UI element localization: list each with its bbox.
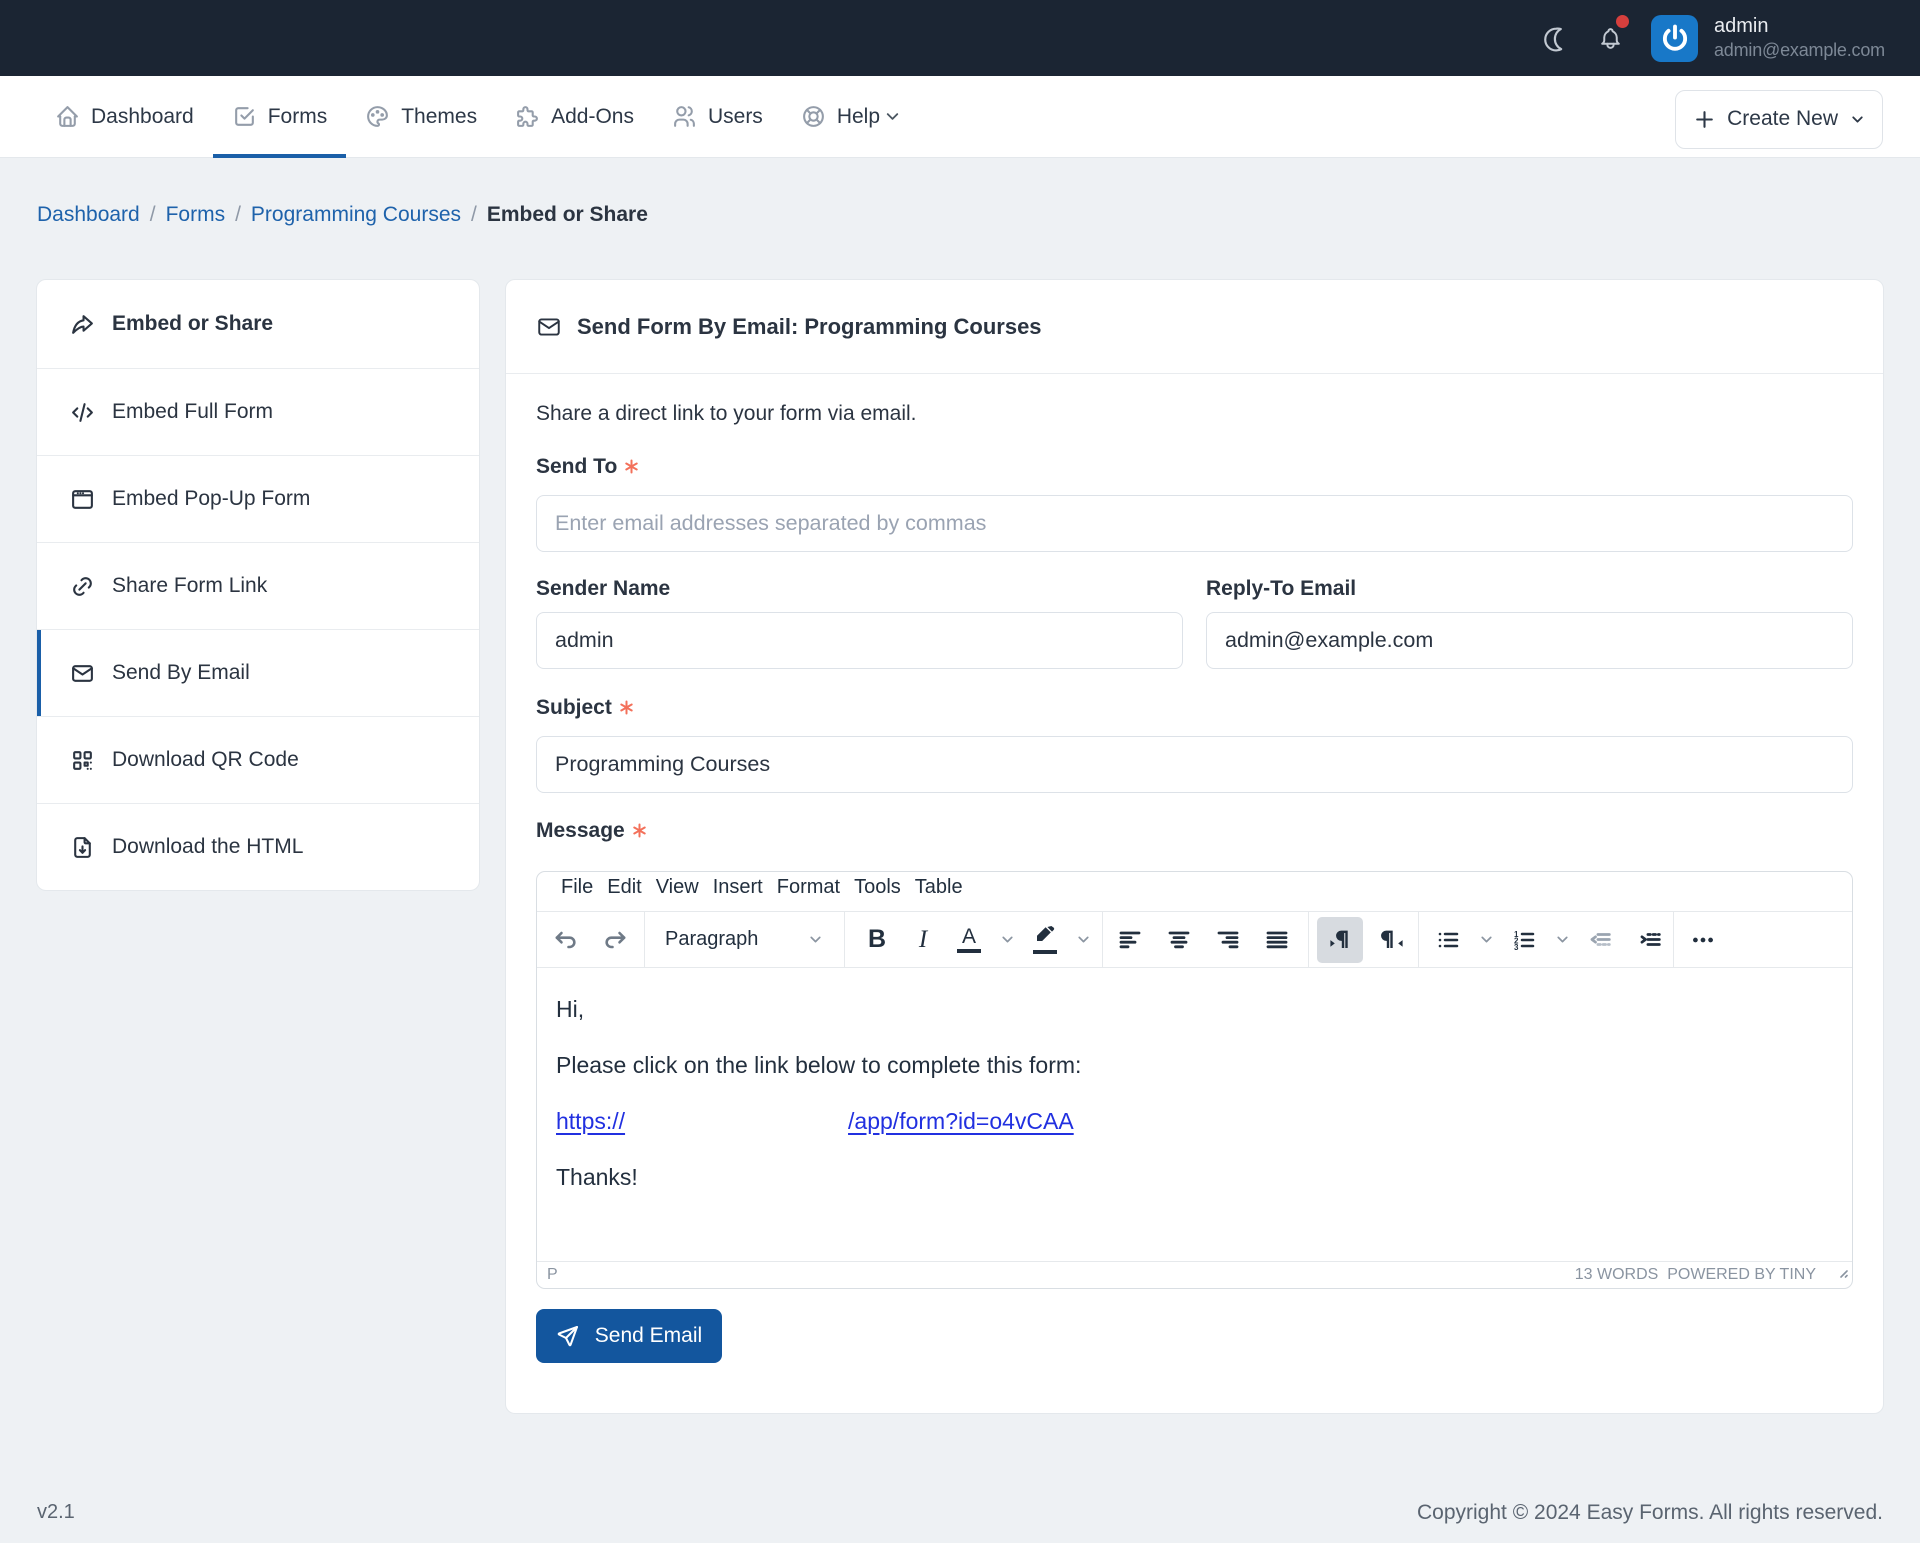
svg-text:3: 3 (1514, 943, 1519, 952)
